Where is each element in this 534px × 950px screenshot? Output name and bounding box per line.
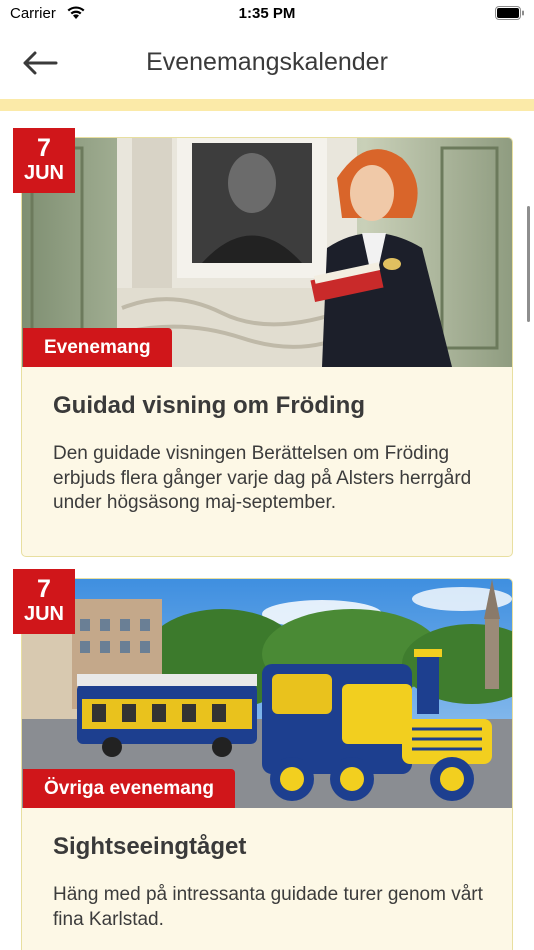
header-divider	[0, 99, 534, 111]
event-card[interactable]: 7 JUN	[13, 569, 513, 950]
event-description: Den guidade visningen Berättelsen om Frö…	[53, 443, 472, 513]
date-month: JUN	[23, 162, 64, 184]
page-title: Evenemangskalender	[146, 48, 388, 76]
battery-icon	[495, 6, 524, 20]
scroll-indicator[interactable]	[527, 206, 530, 322]
clock: 1:35 PM	[238, 5, 296, 22]
event-card[interactable]: 7 JUN	[13, 128, 513, 557]
date-badge: 7 JUN	[13, 569, 75, 634]
status-bar: Carrier 1:35 PM	[0, 0, 534, 28]
navigation-bar: Evenemangskalender	[0, 28, 534, 98]
date-day: 7	[37, 575, 51, 603]
date-month: JUN	[23, 603, 64, 625]
date-day: 7	[37, 134, 51, 162]
event-title: Guidad visning om Fröding	[53, 392, 365, 419]
event-title: Sightseeingtåget	[53, 833, 247, 860]
date-badge: 7 JUN	[13, 128, 75, 193]
category-tag: Evenemang	[23, 328, 172, 367]
category-tag: Övriga evenemang	[23, 769, 236, 808]
event-description: Häng med på intressanta guidade turer ge…	[53, 884, 483, 930]
